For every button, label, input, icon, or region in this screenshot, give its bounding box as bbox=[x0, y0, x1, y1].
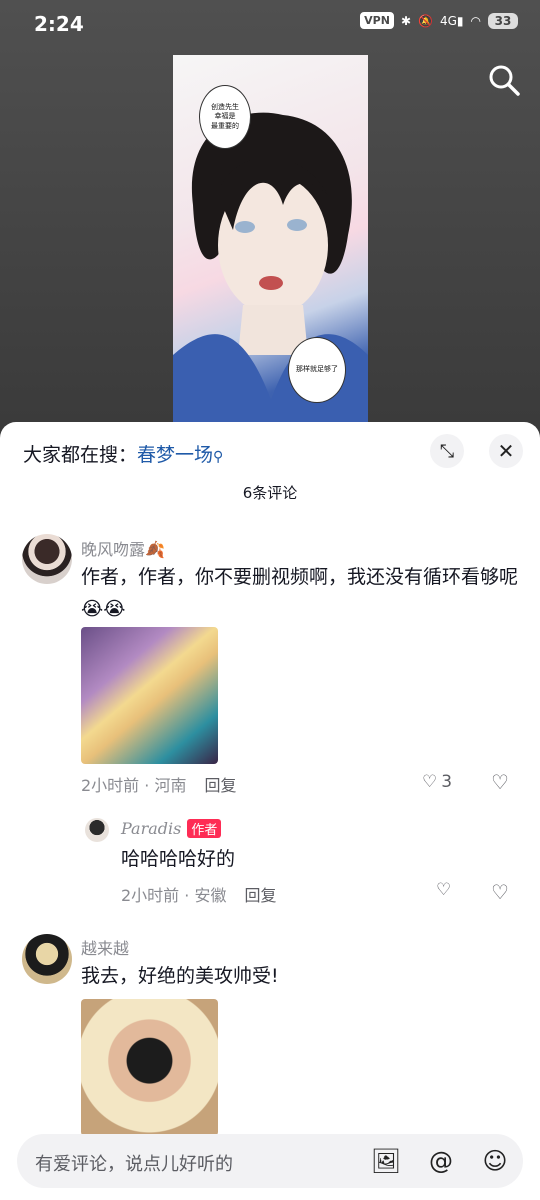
like-button[interactable]: ♡ bbox=[436, 880, 451, 900]
reply-button[interactable]: 回复 bbox=[244, 886, 276, 905]
trending-search[interactable]: 大家都在搜：春梦一场⚲ bbox=[23, 440, 223, 467]
avatar[interactable] bbox=[22, 534, 72, 584]
status-bar: 2:24 VPN ✱ 🔕 4G▮ ◠ 33 bbox=[0, 0, 540, 50]
broken-heart-icon[interactable]: ♡ bbox=[491, 770, 509, 794]
reply-button[interactable]: 回复 bbox=[204, 776, 236, 795]
broken-heart-icon[interactable]: ♡ bbox=[491, 880, 509, 904]
comment-username[interactable]: 晚风吻露🍂 bbox=[81, 536, 165, 560]
expand-icon[interactable]: ⤡ bbox=[430, 434, 464, 468]
comment-sticker-image[interactable] bbox=[81, 999, 218, 1136]
comment-input-placeholder: 有爱评论，说点儿好听的 bbox=[35, 1154, 233, 1175]
trending-keyword[interactable]: 春梦一场 bbox=[137, 444, 213, 466]
status-icons: VPN ✱ 🔕 4G▮ ◠ 33 bbox=[360, 12, 518, 29]
comment-username[interactable]: Paradis 作者 bbox=[121, 819, 222, 838]
comment-count: 6条评论 bbox=[242, 484, 298, 502]
like-button[interactable]: ♡ 3 bbox=[422, 772, 452, 792]
signal-icon: 4G▮ bbox=[439, 13, 464, 28]
battery-icon: 33 bbox=[488, 12, 518, 29]
author-badge: 作者 bbox=[187, 819, 222, 838]
heart-icon: ♡ bbox=[422, 772, 438, 792]
heart-icon: ♡ bbox=[436, 880, 452, 900]
comment-meta: 2小时前 · 安徽 回复 bbox=[121, 886, 277, 905]
comic-frame: 创造先生 幸福是 最重要的 那样就足够了 bbox=[173, 55, 368, 422]
emoji-icon[interactable]: ☺ bbox=[480, 1146, 510, 1176]
avatar[interactable] bbox=[85, 818, 109, 842]
close-icon[interactable]: ✕ bbox=[489, 434, 523, 468]
mute-icon: 🔕 bbox=[418, 13, 433, 28]
speech-bubble: 创造先生 幸福是 最重要的 bbox=[199, 85, 251, 149]
search-icon[interactable] bbox=[486, 62, 522, 98]
wifi-icon: ◠ bbox=[470, 13, 481, 28]
comment-input[interactable]: 有爱评论，说点儿好听的 🖼 @ ☺ bbox=[17, 1134, 523, 1188]
like-count: 3 bbox=[441, 772, 453, 792]
comment-meta: 2小时前 · 河南 回复 bbox=[81, 776, 237, 795]
bluetooth-icon: ✱ bbox=[400, 13, 412, 28]
comment-sticker-image[interactable] bbox=[81, 627, 218, 764]
video-player[interactable]: 2:24 VPN ✱ 🔕 4G▮ ◠ 33 创造先生 幸福是 最重要的 那样就足… bbox=[0, 0, 540, 440]
comment-username[interactable]: 越来越 bbox=[81, 935, 129, 959]
speech-bubble: 那样就足够了 bbox=[288, 337, 346, 403]
comment-text: 哈哈哈哈好的 bbox=[121, 848, 236, 870]
image-icon[interactable]: 🖼 bbox=[371, 1146, 401, 1176]
at-icon[interactable]: @ bbox=[426, 1146, 456, 1176]
comment-text: 我去，好绝的美攻帅受! bbox=[81, 965, 279, 987]
comment-text: 作者，作者，你不要删视频啊，我还没有循环看够呢😭😭 bbox=[81, 566, 519, 620]
vpn-icon: VPN bbox=[360, 12, 394, 29]
avatar[interactable] bbox=[22, 934, 72, 984]
status-time: 2:24 bbox=[34, 12, 84, 36]
search-small-icon: ⚲ bbox=[213, 449, 224, 465]
comment-sheet: 大家都在搜：春梦一场⚲ ⤡ ✕ 6条评论 晚风吻露🍂 作者，作者，你不要删视频啊… bbox=[0, 422, 540, 1200]
